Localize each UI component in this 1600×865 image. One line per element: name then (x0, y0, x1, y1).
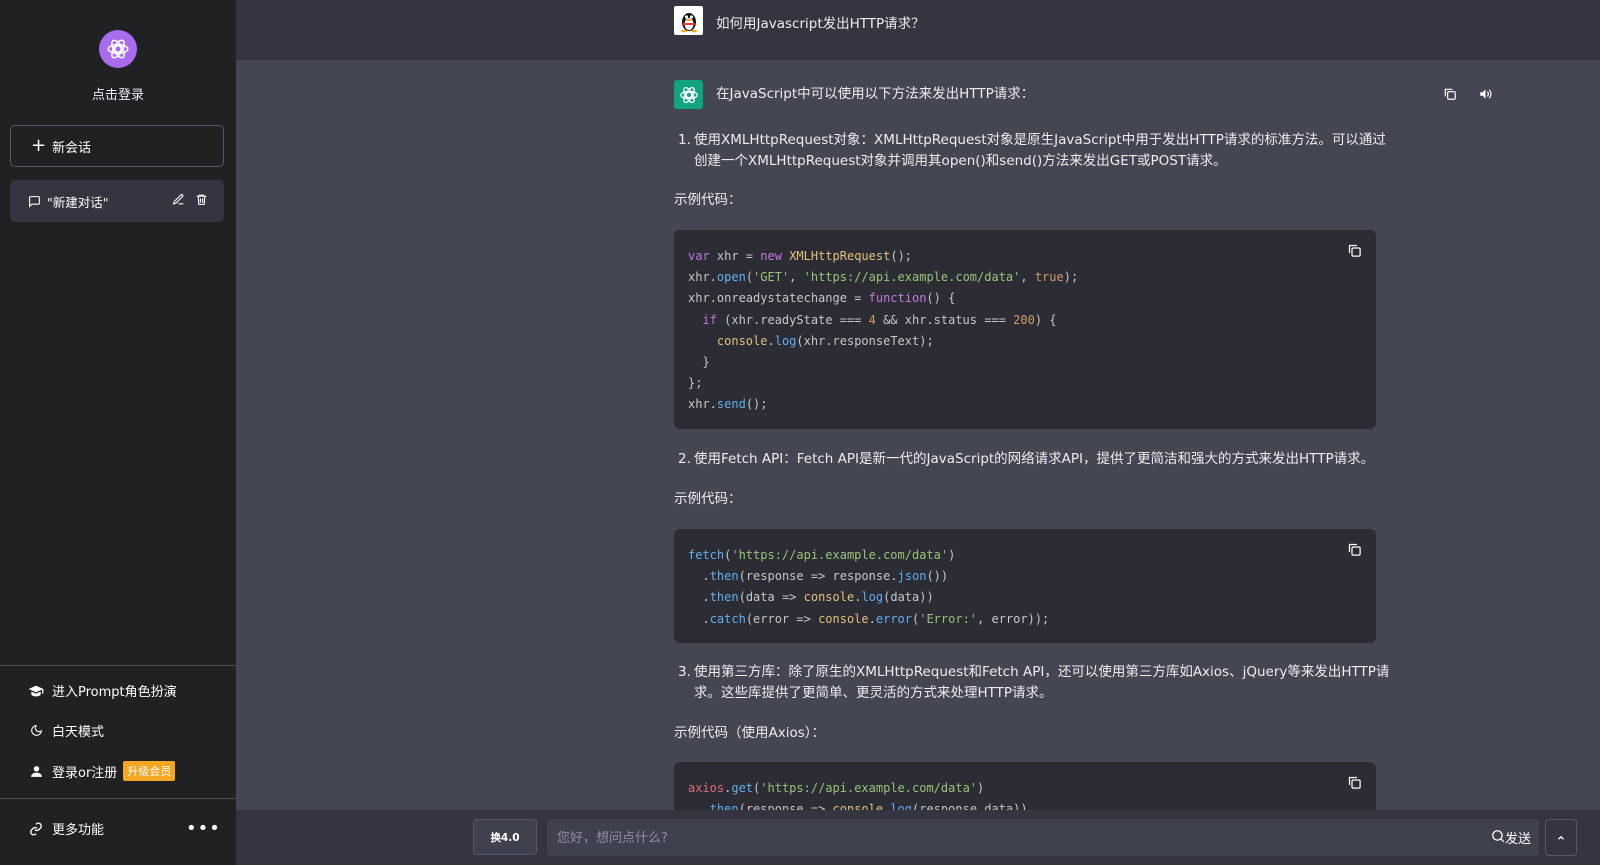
message-input-box: 发送 (547, 819, 1539, 858)
prompt-roleplay-label: 进入Prompt角色扮演 (52, 685, 177, 700)
example-label: 示例代码（使用Axios）： (674, 725, 826, 741)
speak-answer-button[interactable] (1478, 86, 1493, 105)
send-icon (1491, 829, 1505, 847)
login-register-link[interactable]: 登录or注册 升级会员 (28, 761, 176, 781)
new-chat-label: 新会话 (52, 140, 92, 156)
login-register-label: 登录or注册 (52, 765, 118, 781)
qq-penguin-avatar-icon (674, 6, 703, 35)
more-dots-icon[interactable]: ••• (186, 818, 221, 839)
user-icon (28, 765, 44, 778)
openai-logo-icon[interactable] (99, 30, 137, 68)
prompt-roleplay-link[interactable]: 进入Prompt角色扮演 (28, 681, 177, 700)
list-item-text: 使用XMLHttpRequest对象：XMLHttpRequest对象是原生Ja… (694, 132, 1386, 169)
model-switch-button[interactable]: 换4.0 (473, 819, 537, 855)
copy-icon[interactable] (1443, 86, 1457, 105)
list-item-text: 使用Fetch API：Fetch API是新一代的JavaScript的网络请… (694, 451, 1375, 467)
trash-icon[interactable] (195, 193, 208, 209)
more-features-link[interactable]: 更多功能 (28, 819, 104, 838)
code-copy-icon[interactable] (1347, 542, 1362, 564)
sidebar-divider (0, 665, 236, 666)
list-number: 3. (678, 664, 691, 680)
code-copy-icon[interactable] (1347, 243, 1362, 265)
moon-icon (28, 724, 44, 737)
graduation-cap-icon (28, 684, 44, 698)
conversation-title: "新建对话" (47, 194, 109, 210)
user-message: 如何用Javascript发出HTTP请求？ (716, 16, 925, 32)
chat-icon (28, 195, 41, 208)
more-features-label: 更多功能 (52, 823, 105, 838)
link-icon (28, 822, 44, 836)
example-label: 示例代码： (674, 192, 742, 208)
code-copy-icon[interactable] (1347, 775, 1362, 797)
answer-intro: 在JavaScript中可以使用以下方法来发出HTTP请求： (716, 86, 1035, 102)
code-block-xhr: var xhr = new XMLHttpRequest(); xhr.open… (674, 230, 1376, 429)
code-block-axios: axios.get('https://api.example.com/data'… (674, 762, 1376, 810)
sidebar-divider-2 (0, 798, 236, 799)
theme-label: 白天模式 (52, 725, 105, 740)
list-number: 2. (678, 451, 691, 467)
login-title[interactable]: 点击登录 (0, 84, 236, 103)
edit-icon[interactable] (172, 193, 185, 209)
send-button[interactable]: 发送 (1491, 828, 1531, 847)
speaker-icon[interactable] (1478, 86, 1493, 105)
list-item: 2. 使用Fetch API：Fetch API是新一代的JavaScript的… (678, 449, 1398, 470)
chatgpt-avatar-icon (674, 80, 703, 109)
scroll-top-button[interactable] (1545, 819, 1577, 856)
plus-icon: + (31, 135, 47, 156)
list-item: 3. 使用第三方库：除了原生的XMLHttpRequest和Fetch API，… (678, 662, 1398, 704)
vip-badge[interactable]: 升级会员 (123, 761, 176, 781)
sidebar: 点击登录 + 新会话 "新建对话" 进入Prompt角色扮演 白天模式 登录or… (0, 0, 236, 865)
conversation-item[interactable]: "新建对话" (10, 180, 224, 222)
theme-toggle[interactable]: 白天模式 (28, 721, 104, 740)
new-chat-button[interactable]: + 新会话 (10, 125, 224, 167)
example-label: 示例代码： (674, 491, 742, 507)
copy-answer-button[interactable] (1443, 86, 1457, 105)
list-item-text: 使用第三方库：除了原生的XMLHttpRequest和Fetch API，还可以… (694, 664, 1390, 701)
list-item: 1. 使用XMLHttpRequest对象：XMLHttpRequest对象是原… (678, 130, 1398, 172)
code-block-fetch: fetch('https://api.example.com/data') .t… (674, 529, 1376, 643)
list-number: 1. (678, 132, 691, 148)
chevron-up-icon (1556, 828, 1566, 847)
send-label: 发送 (1504, 832, 1531, 847)
message-input[interactable] (555, 819, 1459, 858)
